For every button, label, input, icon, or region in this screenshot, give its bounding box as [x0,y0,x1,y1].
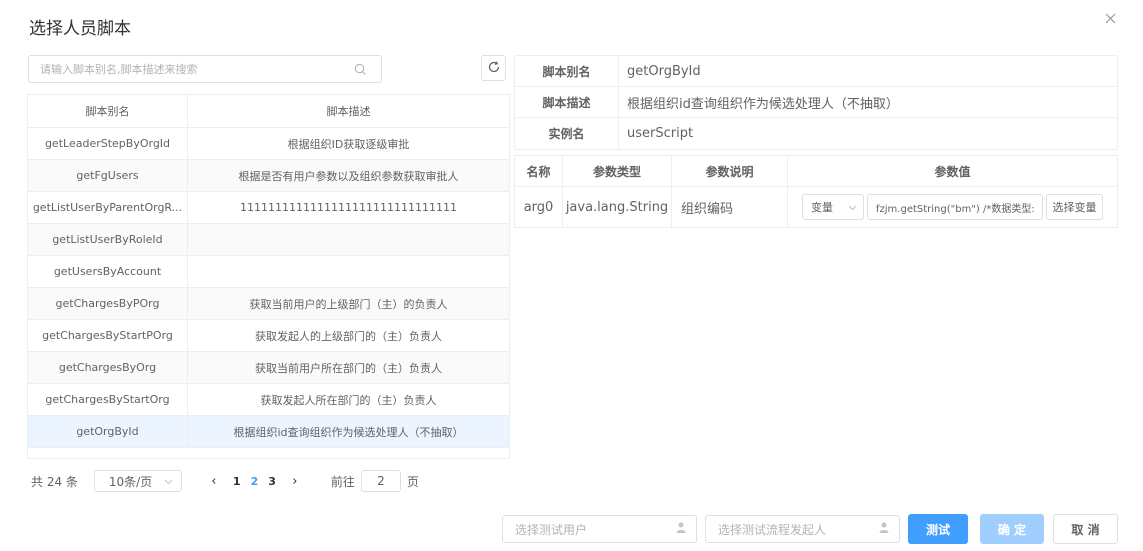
page-3[interactable]: 3 [268,475,276,488]
cell-alias: getLeaderStepByOrgId [28,128,188,159]
refresh-icon [487,60,501,77]
table-row-selected[interactable]: getOrgById 根据组织id查询组织作为候选处理人（不抽取） [28,416,509,448]
value-type-label: 变量 [811,201,833,214]
cancel-button[interactable]: 取 消 [1053,514,1118,544]
refresh-button[interactable] [481,55,506,81]
table-row[interactable]: getChargesByStartOrg 获取发起人所在部门的（主）负责人 [28,384,509,416]
params-table: 名称 参数类型 参数说明 参数值 arg0 java.lang.String 组… [514,155,1118,228]
test-user-placeholder: 选择测试用户 [515,522,588,537]
test-button[interactable]: 测试 [908,514,968,544]
cell-description: 获取发起人的上级部门的（主）负责人 [255,329,442,343]
pagination-total: 共 24 条 [31,474,78,489]
description-label: 脚本描述 [515,87,619,117]
test-starter-placeholder: 选择测试流程发起人 [718,522,827,537]
search-icon[interactable] [354,63,367,76]
detail-row-alias: 脚本别名 getOrgById [515,56,1117,87]
cell-description: 获取当前用户的上级部门（主）的负责人 [249,297,448,311]
cell-alias: getFgUsers [28,160,188,191]
cell-description [188,224,509,255]
cell-alias: getListUserByRoleId [28,224,188,255]
dialog-title: 选择人员脚本 [29,19,131,39]
table-row[interactable]: getFgUsers 根据是否有用户参数以及组织参数获取审批人 [28,160,509,192]
search-input[interactable] [29,56,349,82]
script-table: 脚本别名 脚本描述 getLeaderStepByOrgId 根据组织ID获取逐… [27,94,510,459]
param-name: arg0 [515,187,563,227]
test-starter-select[interactable]: 选择测试流程发起人 [705,515,900,543]
next-page-button[interactable]: › [287,474,303,489]
cell-alias: getListUserByParentOrgR... [28,192,188,223]
detail-row-description: 脚本描述 根据组织id查询组织作为候选处理人（不抽取） [515,87,1117,118]
alias-value: getOrgById [627,63,701,79]
params-header-row: 名称 参数类型 参数说明 参数值 [515,156,1117,187]
search-box [28,55,382,83]
pagination: 共 24 条 10条/页 ‹ 1 2 3 › 前往 2 页 [31,470,419,492]
choose-variable-button[interactable]: 选择变量 [1046,194,1103,220]
chevron-down-icon [164,474,173,488]
cell-alias: getChargesByPOrg [28,288,188,319]
table-row[interactable]: getChargesByStartPOrg 获取发起人的上级部门的（主）负责人 [28,320,509,352]
table-row[interactable]: getChargesByOrg 获取当前用户所在部门的（主）负责人 [28,352,509,384]
column-header-name: 名称 [515,156,563,186]
table-row[interactable]: getChargesByPOrg 获取当前用户的上级部门（主）的负责人 [28,288,509,320]
instance-label: 实例名 [515,118,619,149]
script-detail-table: 脚本别名 getOrgById 脚本描述 根据组织id查询组织作为候选处理人（不… [514,55,1118,150]
table-row[interactable]: getListUserByParentOrgR... 1111111111111… [28,192,509,224]
table-header-row: 脚本别名 脚本描述 [28,95,509,128]
column-header-type: 参数类型 [563,156,672,186]
confirm-button[interactable]: 确 定 [980,514,1044,544]
table-row[interactable]: getListUserByRoleId [28,224,509,256]
table-row[interactable]: getUsersByAccount [28,256,509,288]
prev-page-button[interactable]: ‹ [206,474,222,489]
user-icon [676,522,686,536]
description-value: 根据组织id查询组织作为候选处理人（不抽取） [627,96,899,112]
instance-value: userScript [627,126,694,141]
cell-description: 根据组织id查询组织作为候选处理人（不抽取） [233,425,464,439]
cell-description: 根据组织ID获取逐级审批 [287,137,410,151]
page-size-select[interactable]: 10条/页 [93,470,182,492]
cell-alias: getChargesByStartOrg [28,384,188,415]
chevron-down-icon [848,201,857,214]
goto-page-input[interactable]: 2 [360,470,401,492]
cell-alias: getOrgById [28,416,188,447]
cell-description: 1111111111111111111111111111111 [240,201,457,214]
page-1[interactable]: 1 [233,475,241,488]
param-value-cell: 变量 fzjm.getString("bm") /*数据类型: 选择变量 [788,187,1117,227]
cell-description: 获取当前用户所在部门的（主）负责人 [255,361,442,375]
column-header-alias: 脚本别名 [28,95,188,127]
param-type: java.lang.String [563,187,672,227]
column-header-description: 脚本描述 [326,105,371,118]
value-type-select[interactable]: 变量 [802,194,864,220]
goto-label: 前往 [330,474,355,489]
param-description: 组织编码 [672,187,788,227]
goto-suffix: 页 [406,474,419,489]
column-header-value: 参数值 [934,164,971,179]
params-row: arg0 java.lang.String 组织编码 变量 fzjm.getSt… [515,187,1117,227]
param-value-input[interactable]: fzjm.getString("bm") /*数据类型: [867,194,1043,220]
close-icon[interactable] [1100,8,1120,28]
table-row[interactable]: getLeaderStepByOrgId 根据组织ID获取逐级审批 [28,128,509,160]
detail-row-instance: 实例名 userScript [515,118,1117,149]
test-user-select[interactable]: 选择测试用户 [502,515,697,543]
page-2[interactable]: 2 [251,475,259,488]
cell-description: 获取发起人所在部门的（主）负责人 [260,393,437,407]
cell-alias: getChargesByStartPOrg [28,320,188,351]
alias-label: 脚本别名 [515,56,619,86]
column-header-param-description: 参数说明 [672,156,788,186]
page-size-value: 10条/页 [108,474,153,489]
cell-alias: getUsersByAccount [28,256,188,287]
cell-alias: getChargesByOrg [28,352,188,383]
cell-description: 根据是否有用户参数以及组织参数获取审批人 [238,169,459,183]
cell-description [188,256,509,287]
user-icon [879,522,889,536]
